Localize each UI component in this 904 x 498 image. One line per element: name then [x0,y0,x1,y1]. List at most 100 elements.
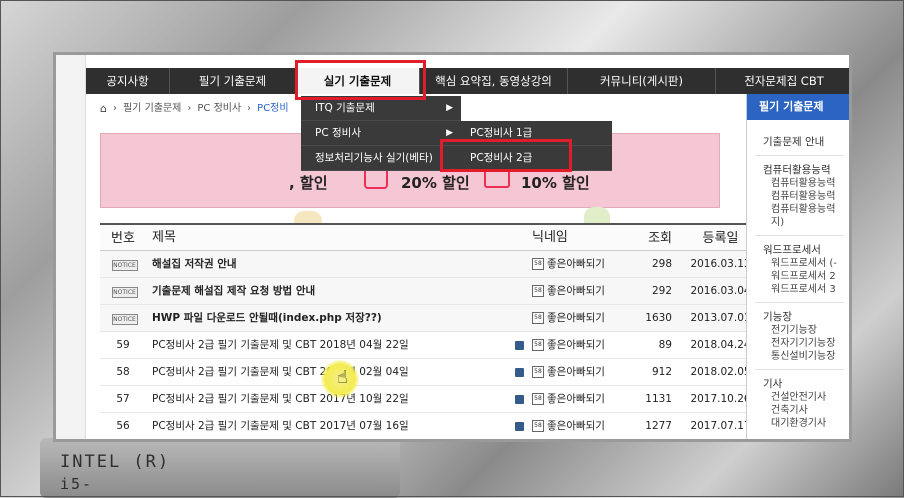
sidebar-item[interactable]: 지) [747,216,849,229]
sidebar-item[interactable]: 전기기능장 [747,324,849,337]
post-table: 번호 제목 닉네임 조회 등록일 NOTICE 해설집 저작권 안내 58 좋은아… [100,223,763,439]
sidebar-item[interactable]: 대기환경기사 [747,417,849,430]
dropdown-item-label: 정보처리기능사 실기(베타) [315,152,433,164]
post-number: 58 [116,366,130,378]
post-views: 1630 [645,312,672,324]
notice-badge: NOTICE [111,260,138,271]
pc-maintenance-submenu: PC정비사 1급 PC정비사 2급 [456,121,612,171]
post-title[interactable]: PC정비사 2급 필기 기출문제 및 CBT 2018년 02월 04일 [152,359,409,385]
cart-icon [484,168,510,188]
sidebar-group-title[interactable]: 기사 [747,376,849,391]
top-navigation: 공지사항 필기 기출문제 실기 기출문제 핵심 요약집, 동영상강의 커뮤니티(… [86,68,849,94]
sidebar-item[interactable]: 워드프로세서 2 [747,270,849,283]
post-views: 1277 [645,420,672,432]
table-row: 56 PC정비사 2급 필기 기출문제 및 CBT 2017년 07월 16일 … [100,413,763,439]
dropdown-item-info-processing[interactable]: 정보처리기능사 실기(베타) [301,146,461,171]
nav-community[interactable]: 커뮤니티(게시판) [568,68,716,94]
breadcrumb: ⌂ › 필기 기출문제 › PC 정비사 › PC정비 [100,100,289,118]
breadcrumb-item[interactable]: 필기 기출문제 [123,100,181,118]
nav-practical-exam[interactable]: 실기 기출문제 [296,68,420,94]
post-views: 292 [651,285,672,297]
dropdown-item-label: ITQ 기출문제 [315,102,375,114]
post-number: 57 [116,393,130,405]
header-no: 번호 [111,231,135,246]
table-header: 번호 제목 닉네임 조회 등록일 [100,223,763,251]
sidebar-item[interactable]: 컴퓨터활용능력 [747,177,849,190]
post-number: 56 [116,420,130,432]
dropdown-item-label: PC 정비사 [315,127,361,139]
nav-summary-lectures[interactable]: 핵심 요약집, 동영상강의 [420,68,568,94]
submenu-item-level1[interactable]: PC정비사 1급 [456,121,612,146]
post-author[interactable]: 좋은아빠되기 [547,359,605,385]
level-icon: 58 [532,285,544,297]
floppy-disk-icon [515,394,524,404]
table-row: 58 PC정비사 2급 필기 기출문제 및 CBT 2018년 02월 04일 … [100,359,763,386]
breadcrumb-item[interactable]: PC 정비사 [197,100,241,118]
level-icon: 58 [532,339,544,351]
post-views: 1131 [645,393,672,405]
post-views: 298 [651,258,672,270]
post-title[interactable]: PC정비사 2급 필기 기출문제 및 CBT 2017년 07월 16일 [152,413,409,439]
post-author[interactable]: 좋은아빠되기 [547,251,605,277]
table-row: NOTICE HWP 파일 다운로드 안될때(index.php 저장??) 5… [100,305,763,332]
dropdown-item-itq[interactable]: ITQ 기출문제 ▶ [301,96,461,121]
sidebar-item[interactable]: 건축기사 [747,404,849,417]
dropdown-item-pc-maintenance[interactable]: PC 정비사 ▶ [301,121,461,146]
floppy-disk-icon [515,421,524,431]
table-row: NOTICE 해설집 저작권 안내 58 좋은아빠되기 298 2016.03.1… [100,251,763,278]
sidebar-group-title[interactable]: 워드프로세서 [747,242,849,257]
table-row: 57 PC정비사 2급 필기 기출문제 및 CBT 2017년 10월 22일 … [100,386,763,413]
sidebar-header[interactable]: 필기 기출문제 [747,94,849,120]
floppy-disk-icon [515,367,524,377]
breadcrumb-current[interactable]: PC정비 [257,100,288,118]
chevron-right-icon: ▶ [446,103,453,113]
header-views[interactable]: 조회 [624,225,678,250]
post-title[interactable]: PC정비사 2급 필기 기출문제 및 CBT 2018년 04월 22일 [152,332,409,358]
level-icon: 58 [532,258,544,270]
sidebar-item[interactable]: 건설안전기사 [747,391,849,404]
level-icon: 58 [532,420,544,432]
notice-badge: NOTICE [111,314,138,325]
post-title[interactable]: 해설집 저작권 안내 [146,251,532,277]
post-number: 59 [116,339,130,351]
ad-text: 10% 할인 [521,174,590,192]
header-title: 제목 [152,229,176,245]
sidebar-item[interactable]: 컴퓨터활용능력 [747,190,849,203]
post-author[interactable]: 좋은아빠되기 [547,305,605,331]
sidebar-item[interactable]: 통신설비기능장 [747,350,849,363]
left-strip [56,55,86,439]
chevron-right-icon: ▶ [446,128,453,138]
sidebar-group-title[interactable]: 기능장 [747,309,849,324]
nav-cbt[interactable]: 전자문제집 CBT [716,68,849,94]
floppy-disk-icon [515,340,524,350]
sidebar-item[interactable]: 컴퓨터활용능력 [747,203,849,216]
post-author[interactable]: 좋은아빠되기 [547,332,605,358]
level-icon: 58 [532,312,544,324]
sidebar-item[interactable]: 워드프로세서 3 [747,283,849,296]
header-nick: 닉네임 [532,229,568,245]
post-title[interactable]: HWP 파일 다운로드 안될때(index.php 저장??) [146,305,532,331]
sidebar-group-title[interactable]: 기출문제 안내 [747,134,849,149]
table-row: 59 PC정비사 2급 필기 기출문제 및 CBT 2018년 04월 22일 … [100,332,763,359]
nav-notice[interactable]: 공지사항 [86,68,170,94]
sidebar-item[interactable]: 전자기기기능장 [747,337,849,350]
table-row: NOTICE 기출문제 해설집 제작 요청 방법 안내 58 좋은아빠되기 292… [100,278,763,305]
post-author[interactable]: 좋은아빠되기 [547,278,605,304]
post-views: 912 [651,366,672,378]
submenu-item-level2[interactable]: PC정비사 2급 [456,146,612,171]
level-icon: 58 [532,393,544,405]
sidebar-group-title[interactable]: 컴퓨터활용능력 [747,162,849,177]
post-author[interactable]: 좋은아빠되기 [547,413,605,439]
hand-cursor-icon: ☝ [337,367,348,388]
sidebar-item[interactable]: 워드프로세서 (- [747,257,849,270]
post-title[interactable]: 기출문제 해설집 제작 요청 방법 안내 [146,278,532,304]
notice-badge: NOTICE [111,287,138,298]
post-title[interactable]: PC정비사 2급 필기 기출문제 및 CBT 2017년 10월 22일 [152,386,409,412]
sidebar: 필기 기출문제 기출문제 안내 컴퓨터활용능력 컴퓨터활용능력 컴퓨터활용능력 … [746,94,849,439]
nav-written-exam[interactable]: 필기 기출문제 [170,68,296,94]
background-chip-text: INTEL (R) [60,452,171,472]
background-chip-text-2: i5- [60,475,94,493]
ad-text: , 할인 [289,174,328,192]
home-icon[interactable]: ⌂ [100,100,107,118]
post-author[interactable]: 좋은아빠되기 [547,386,605,412]
